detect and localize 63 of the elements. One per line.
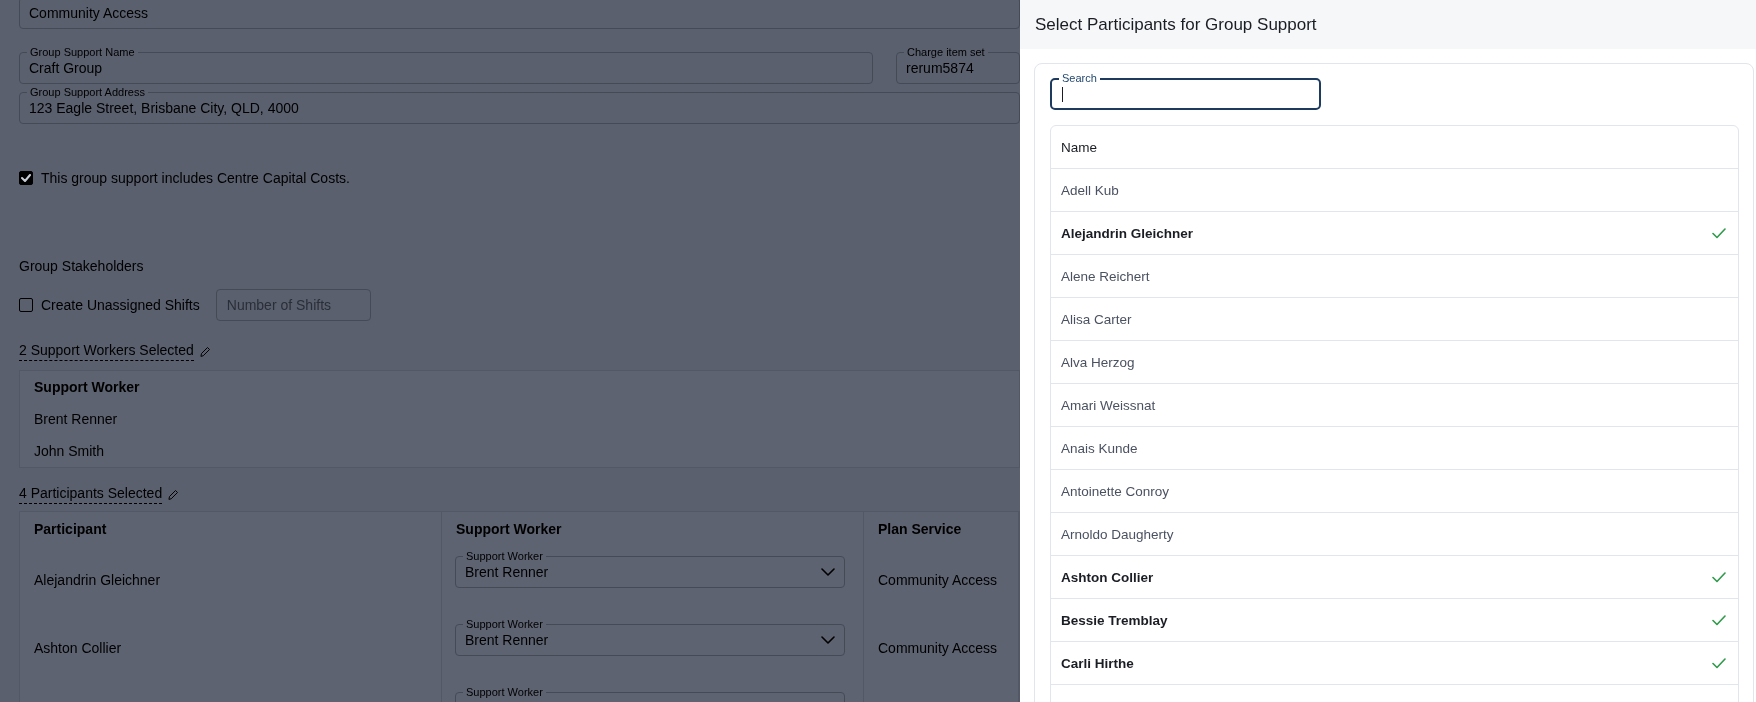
column-header: Participant: [20, 512, 442, 546]
pencil-icon: [168, 489, 180, 500]
table-cell: Ashton Collier: [20, 614, 442, 682]
list-item[interactable]: Alene Reichert: [1051, 255, 1738, 298]
name-text: Amari Weissnat: [1061, 397, 1156, 413]
list-item[interactable]: Alva Herzog: [1051, 341, 1738, 384]
field-label: Group Support Name: [27, 45, 138, 59]
checkmark-icon: [1712, 571, 1726, 583]
checkmark-icon: [21, 174, 31, 182]
list-item[interactable]: Bessie Tremblay: [1051, 599, 1738, 642]
field-value: Brent Renner: [465, 564, 549, 580]
table-cell-text: Brent Renner: [33, 410, 119, 429]
column-header: Name: [1051, 126, 1738, 169]
name-text: Alejandrin Gleichner: [1061, 225, 1194, 241]
checkbox[interactable]: [19, 171, 33, 185]
list-item[interactable]: Alejandrin Gleichner: [1051, 212, 1738, 255]
field-label: Search: [1059, 71, 1100, 85]
column-header: Support Worker: [33, 378, 141, 397]
name-text: Bessie Tremblay: [1061, 612, 1168, 628]
name-text: Antoinette Conroy: [1061, 483, 1170, 499]
table-cell: Community Access: [864, 546, 1019, 614]
field-label: Support Worker: [463, 685, 546, 699]
name-text: Ashton Collier: [1061, 569, 1154, 585]
checkbox[interactable]: [19, 298, 33, 312]
column-header: Plan Service: [864, 512, 1019, 546]
name-text: Alva Herzog: [1061, 354, 1135, 370]
checkmark-icon: [1712, 614, 1726, 626]
name-text: Alene Reichert: [1061, 268, 1150, 284]
checkbox-label: This group support includes Centre Capital Costs.: [41, 170, 350, 186]
list-item[interactable]: Amari Weissnat: [1051, 384, 1738, 427]
field-label: Support Worker: [463, 617, 546, 631]
chevron-down-icon: [821, 568, 835, 576]
checkmark-icon: [1712, 657, 1726, 669]
name-text: Anais Kunde: [1061, 440, 1138, 456]
list-item[interactable]: Alisa Carter: [1051, 298, 1738, 341]
list-item[interactable]: Arnoldo Daugherty: [1051, 513, 1738, 556]
table-cell: Community Access: [864, 614, 1019, 682]
field-label: Support Worker: [463, 549, 546, 563]
name-text: Carli Hirthe: [1061, 655, 1134, 671]
section-title: Group Stakeholders: [19, 258, 144, 274]
field-value: Brent Renner: [465, 632, 549, 648]
table-cell: Alejandrin Gleichner: [20, 546, 442, 614]
list-item[interactable]: Anais Kunde: [1051, 427, 1738, 470]
checkmark-icon: [1712, 227, 1726, 239]
field-label: Charge item set: [904, 45, 988, 59]
column-header: Support Worker: [442, 512, 864, 546]
chevron-down-icon: [821, 636, 835, 644]
list-item[interactable]: Antoinette Conroy: [1051, 470, 1738, 513]
field-value: 123 Eagle Street, Brisbane City, QLD, 4000: [29, 100, 299, 116]
list-item[interactable]: Adell Kub: [1051, 169, 1738, 212]
panel-title: Select Participants for Group Support: [1020, 0, 1756, 49]
list-item[interactable]: Ashton Collier: [1051, 556, 1738, 599]
name-text: Alisa Carter: [1061, 311, 1132, 327]
field-value: Craft Group: [29, 60, 103, 76]
field-value: Community Access: [29, 5, 149, 21]
name-text: Adell Kub: [1061, 182, 1119, 198]
field-value: rerum5874: [906, 60, 974, 76]
table-cell-text: John Smith: [33, 442, 106, 461]
name-text: Arnoldo Daugherty: [1061, 526, 1174, 542]
field-label: Group Support Address: [27, 85, 148, 99]
checkbox-label: Create Unassigned Shifts: [41, 297, 200, 313]
list-item[interactable]: Carli Hirthe: [1051, 642, 1738, 685]
pencil-icon: [199, 346, 211, 357]
